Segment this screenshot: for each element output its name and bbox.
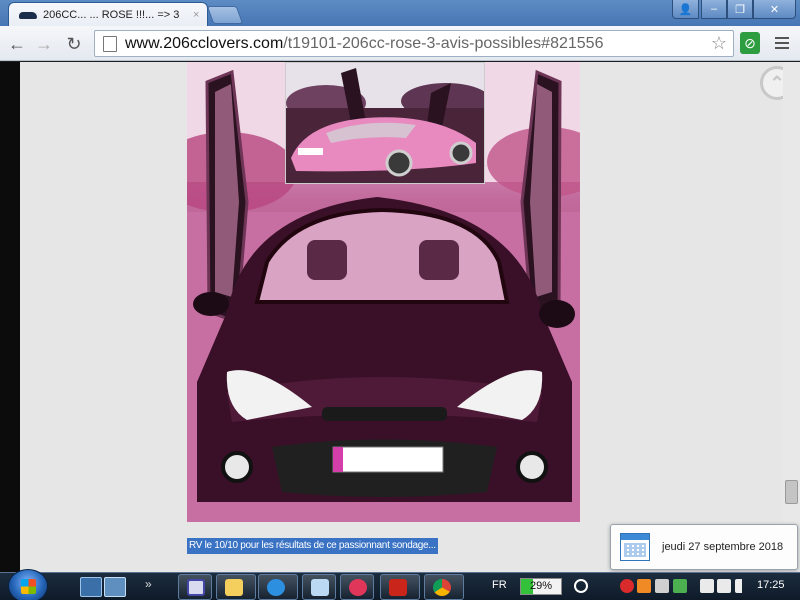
taskbar-itunes[interactable] — [340, 574, 374, 600]
page-viewport: RV le 10/10 pour les résultats de ce pas… — [0, 62, 800, 572]
close-window-button[interactable]: ✕ — [753, 0, 796, 19]
page-content: RV le 10/10 pour les résultats de ce pas… — [20, 62, 794, 572]
inset-car-photo — [285, 62, 485, 184]
filezilla-icon — [389, 579, 407, 596]
devices-icon[interactable] — [717, 579, 731, 593]
car-favicon-icon — [19, 11, 37, 19]
browser-toolbar: ← → ↻ www.206cclovers.com /t19101-206cc-… — [0, 26, 800, 61]
title-bar: 206CC... ... ROSE !!!... => 3 × 👤 – ❐ ✕ — [0, 0, 800, 26]
new-tab-button[interactable] — [206, 6, 244, 24]
taskbar-app-1[interactable] — [178, 574, 212, 600]
battery-meter[interactable]: 29% — [520, 578, 562, 595]
battery-percent: 29% — [530, 580, 553, 592]
reload-button[interactable]: ↻ — [63, 33, 85, 55]
tab-title: 206CC... ... ROSE !!!... => 3 — [43, 8, 180, 21]
volume-icon[interactable] — [735, 579, 749, 593]
minimize-button[interactable]: – — [701, 0, 727, 19]
taskbar-filezilla[interactable] — [380, 574, 420, 600]
show-desktop-icon[interactable] — [80, 577, 102, 597]
address-bar[interactable]: www.206cclovers.com /t19101-206cc-rose-3… — [94, 30, 734, 57]
tray-flag-icon[interactable] — [673, 579, 687, 593]
taskbar-chrome[interactable] — [424, 574, 464, 600]
media-app-icon — [187, 579, 205, 596]
scrollbar-thumb[interactable] — [785, 480, 798, 504]
url-path: /t19101-206cc-rose-3-avis-possibles#8215… — [283, 34, 604, 52]
music-icon — [349, 579, 367, 596]
taskbar-app-3[interactable] — [258, 574, 298, 600]
network-icon[interactable] — [700, 579, 714, 593]
browser-tab[interactable]: 206CC... ... ROSE !!!... => 3 × — [8, 2, 208, 26]
power-icon[interactable] — [574, 579, 588, 593]
start-button[interactable] — [8, 569, 48, 600]
photo-caption: RV le 10/10 pour les résultats de ce pas… — [187, 538, 438, 554]
folder-icon — [225, 579, 243, 596]
windows-taskbar: » FR 29% 17:25 — [0, 569, 800, 600]
page-icon — [103, 35, 117, 52]
user-profile-button[interactable]: 👤 — [672, 0, 699, 19]
tab-close-icon[interactable]: × — [193, 9, 207, 21]
quicklaunch-chevron-icon[interactable]: » — [145, 577, 152, 591]
language-indicator[interactable]: FR — [492, 579, 507, 591]
bookmark-star-icon[interactable]: ☆ — [711, 33, 727, 54]
tray-window-icon[interactable] — [655, 579, 669, 593]
tray-orange-icon[interactable] — [637, 579, 651, 593]
taskbar-explorer[interactable] — [216, 574, 256, 600]
url-host: www.206cclovers.com — [125, 34, 284, 52]
clip-extension-icon[interactable]: ⊘ — [740, 32, 760, 54]
window-switcher-icon[interactable] — [104, 577, 126, 597]
menu-icon[interactable] — [775, 37, 789, 52]
taskbar-app-4[interactable] — [302, 574, 336, 600]
sync-app-icon — [267, 579, 285, 596]
maximize-button[interactable]: ❐ — [727, 0, 753, 19]
inset-car-illustration — [286, 63, 484, 183]
back-button[interactable]: ← — [6, 33, 28, 55]
taskbar-clock[interactable]: 17:25 — [757, 579, 785, 591]
forward-button[interactable]: → — [33, 33, 55, 55]
chrome-icon — [433, 579, 451, 596]
date-popup[interactable]: jeudi 27 septembre 2018 — [610, 524, 798, 570]
calendar-icon — [620, 533, 650, 561]
popup-date-text: jeudi 27 septembre 2018 — [662, 541, 784, 553]
document-app-icon — [311, 579, 329, 596]
page-scrollbar[interactable] — [783, 62, 800, 572]
security-alert-icon[interactable] — [620, 579, 634, 593]
